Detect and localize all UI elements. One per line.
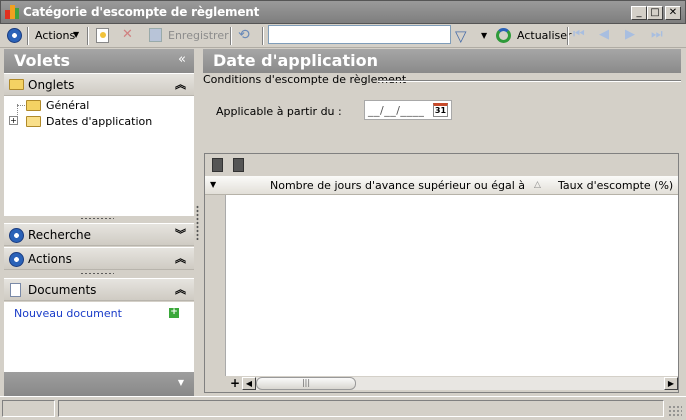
toolbar-separator xyxy=(230,27,232,45)
next-record-icon[interactable]: ▶ xyxy=(625,27,635,42)
add-icon[interactable]: + xyxy=(169,308,179,318)
sync-icon[interactable]: ⟲ xyxy=(238,27,250,43)
splitter-grip[interactable] xyxy=(80,217,114,220)
app-icon xyxy=(5,5,19,20)
paste-icon[interactable] xyxy=(233,158,244,172)
new-document-icon[interactable] xyxy=(96,28,109,43)
chevron-down-icon[interactable]: ︾ xyxy=(175,226,186,242)
volets-title: Volets xyxy=(14,51,71,70)
refresh-button[interactable]: Actualiser xyxy=(517,29,572,42)
calendar-icon[interactable]: 31 xyxy=(433,103,448,117)
actions-pane-icon xyxy=(9,252,24,267)
first-record-icon[interactable]: ⏮ xyxy=(573,27,585,42)
copy-icon[interactable] xyxy=(212,158,223,172)
documents-body: Nouveau document + xyxy=(4,302,194,372)
window-title: Catégorie d'escompte de règlement xyxy=(23,5,260,19)
tree-expander[interactable]: + xyxy=(9,116,18,125)
pane-documents-label: Documents xyxy=(28,283,97,297)
add-row-button[interactable]: + xyxy=(230,376,240,390)
title-bar[interactable]: Catégorie d'escompte de règlement _ □ ✕ xyxy=(0,0,686,24)
row-selector-icon[interactable]: ▼ xyxy=(210,180,216,189)
horizontal-scrollbar-track[interactable]: ||| xyxy=(256,377,664,390)
applicable-date-field[interactable]: __/__/____ 31 xyxy=(364,100,452,120)
status-cell xyxy=(2,400,55,417)
toolbar-separator xyxy=(262,27,264,45)
actions-menu-button[interactable]: Actions xyxy=(35,29,75,42)
tree-item-label: Dates d'application xyxy=(46,115,153,128)
scroll-left-button[interactable]: ◀ xyxy=(242,377,256,390)
document-icon xyxy=(10,283,21,297)
new-document-link[interactable]: Nouveau document xyxy=(14,307,122,320)
pane-actions-header[interactable]: Actions ︽ xyxy=(4,247,194,270)
horizontal-scrollbar-thumb[interactable]: ||| xyxy=(256,377,356,390)
filter-dropdown-icon[interactable]: ▼ xyxy=(481,31,487,40)
data-grid: ▼ Nombre de jours d'avance supérieur ou … xyxy=(204,153,679,393)
refresh-icon[interactable] xyxy=(496,28,511,43)
grid-footer: + ◀ ||| ▶ xyxy=(205,376,678,392)
date-value: __/__/____ xyxy=(368,104,425,117)
collapse-panel-icon[interactable]: « xyxy=(178,52,186,67)
onglets-tree: Général + Dates d'application xyxy=(4,96,194,216)
vertical-splitter-grip[interactable] xyxy=(196,205,199,240)
search-field[interactable] xyxy=(269,26,450,43)
main-header: Date d'application xyxy=(203,49,681,73)
save-button[interactable]: Enregistrer xyxy=(168,29,229,42)
column-header[interactable]: Nombre de jours d'avance supérieur ou ég… xyxy=(270,179,525,192)
chevron-up-icon[interactable]: ︽ xyxy=(175,76,186,92)
filter-icon[interactable]: ▽ xyxy=(455,27,467,45)
pane-recherche-header[interactable]: Recherche ︾ xyxy=(4,223,194,246)
chevron-down-icon[interactable]: ▼ xyxy=(178,378,184,387)
chevron-up-icon[interactable]: ︽ xyxy=(175,250,186,266)
page-title: Date d'application xyxy=(213,51,378,70)
group-divider xyxy=(378,80,681,82)
applicable-date-label: Applicable à partir du : xyxy=(216,105,342,118)
resize-grip[interactable] xyxy=(668,405,682,417)
toolbar-separator xyxy=(27,27,29,45)
close-button[interactable]: ✕ xyxy=(665,6,681,20)
delete-icon[interactable]: ✕ xyxy=(122,27,133,42)
save-icon[interactable] xyxy=(149,28,162,42)
open-folder-icon xyxy=(26,116,41,127)
app-menu-icon[interactable] xyxy=(7,28,22,43)
tree-item-label: Général xyxy=(46,99,90,112)
pane-actions-label: Actions xyxy=(28,252,72,266)
pane-recherche-label: Recherche xyxy=(28,228,92,242)
previous-record-icon[interactable]: ◀ xyxy=(599,27,609,42)
grid-toolbar xyxy=(205,154,678,176)
folder-icon xyxy=(9,79,24,90)
volets-header: Volets « xyxy=(4,49,194,73)
search-input[interactable] xyxy=(268,25,451,44)
pane-documents-header[interactable]: Documents ︽ xyxy=(4,278,194,301)
last-record-icon[interactable]: ⏭ xyxy=(651,27,663,42)
toolbar-separator xyxy=(87,27,89,45)
column-header[interactable]: Taux d'escompte (%) xyxy=(558,179,673,192)
pane-onglets-header[interactable]: Onglets ︽ xyxy=(4,73,194,96)
status-bar xyxy=(0,396,686,420)
folder-icon xyxy=(26,100,41,111)
grid-row-header xyxy=(205,195,226,378)
chevron-up-icon[interactable]: ︽ xyxy=(175,281,186,297)
splitter-grip[interactable] xyxy=(80,272,114,275)
status-cell xyxy=(58,400,664,417)
chevron-down-icon[interactable]: ▼ xyxy=(73,30,79,39)
left-panel-footer: ▼ xyxy=(4,372,194,396)
scroll-right-button[interactable]: ▶ xyxy=(664,377,678,390)
pane-onglets-label: Onglets xyxy=(28,78,75,92)
sort-ascending-icon[interactable]: △ xyxy=(534,180,541,190)
minimize-button[interactable]: _ xyxy=(631,6,647,20)
grid-header: ▼ Nombre de jours d'avance supérieur ou … xyxy=(205,176,678,195)
maximize-button[interactable]: □ xyxy=(647,6,663,20)
toolbar-separator xyxy=(567,27,569,45)
search-pane-icon xyxy=(9,228,24,243)
